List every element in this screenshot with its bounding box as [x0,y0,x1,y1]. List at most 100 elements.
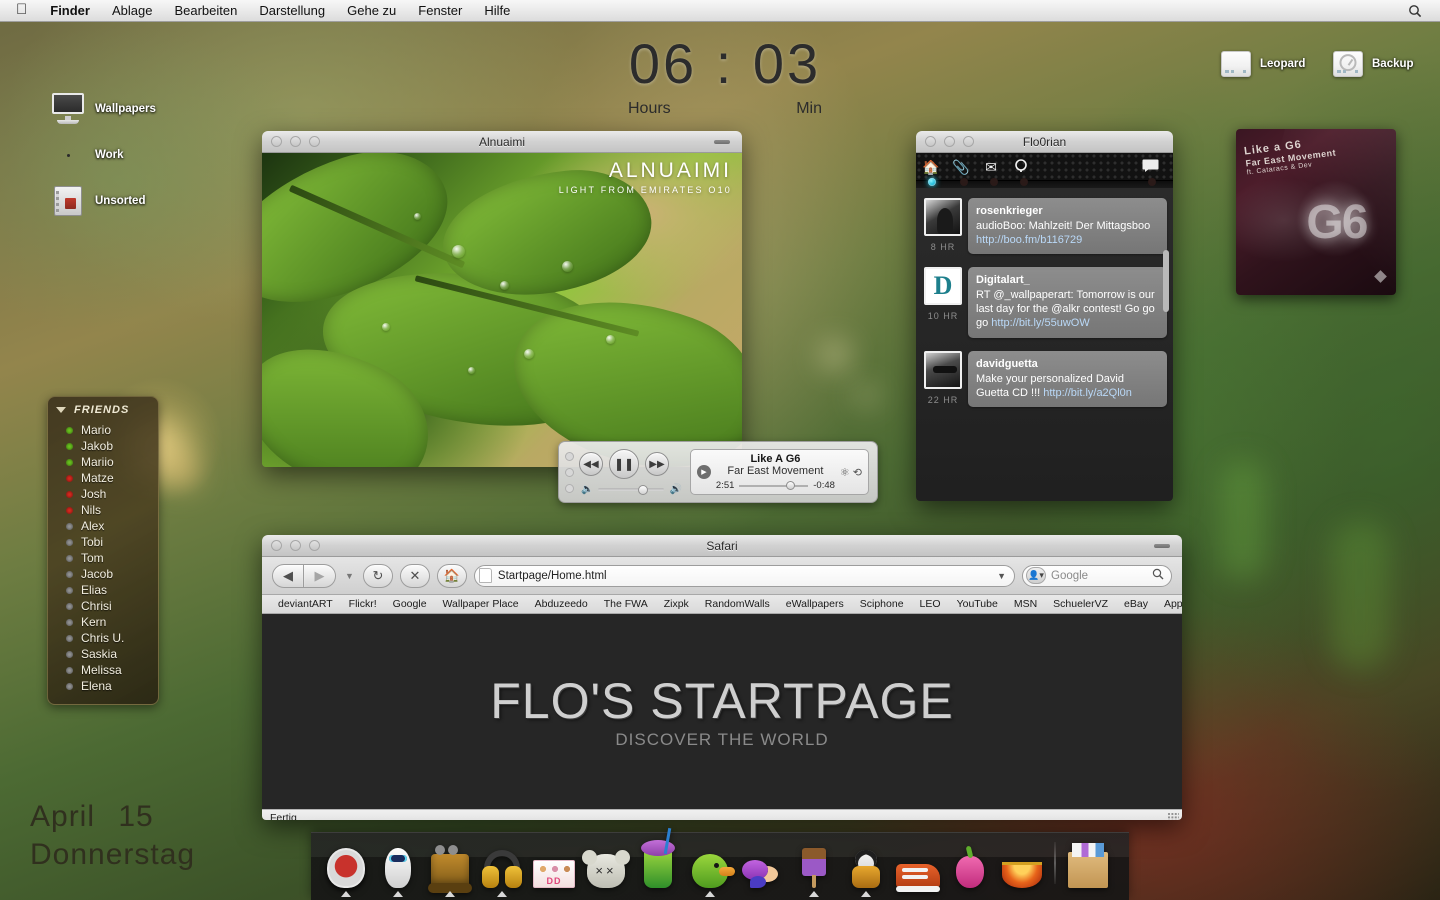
paperclip-icon[interactable]: 📎 [946,160,976,174]
address-bar-value[interactable]: Startpage/Home.html [498,570,991,582]
drive-icon-backup[interactable]: Backup [1333,51,1414,77]
friend-row[interactable]: Josh [48,486,158,502]
minimize-button[interactable] [290,136,301,147]
bookmark-item[interactable]: YouTube [949,598,1006,610]
avatar[interactable] [924,350,962,389]
volume-low-icon[interactable]: 🔈 [581,484,593,495]
triangle-down-icon[interactable] [56,407,66,413]
reload-icon[interactable]: ↻ [362,563,393,588]
dock-item-finder-chair[interactable] [321,836,371,897]
bookmark-item[interactable]: RandomWalls [697,598,778,610]
track-progress-knob[interactable] [786,480,796,490]
magnifier-icon[interactable] [1152,567,1164,585]
zoom-button[interactable] [963,136,974,147]
dock-item-headphones[interactable] [477,836,527,897]
bookmark-item[interactable]: eWallpapers [778,598,852,610]
title-bar[interactable]: Safari [262,535,1182,557]
tweet-bubble[interactable]: davidguetta Make your personalized David … [968,350,1167,407]
bookmark-item[interactable]: eBay [1116,598,1156,610]
zoom-button[interactable] [309,540,320,551]
rewind-icon[interactable]: ◀◀ [579,452,603,476]
friend-row[interactable]: Tom [48,550,158,566]
tweet-item[interactable]: 22 HR davidguetta Make your personalized D… [924,350,1167,407]
dock-item-slush-cup[interactable] [633,836,683,888]
title-bar[interactable]: Alnuaimi [262,131,742,153]
desktop-icon-work[interactable]: Work [50,139,124,171]
menu-item-ablage[interactable]: Ablage [101,3,163,18]
friend-row[interactable]: Alex [48,518,158,534]
friend-row[interactable]: Mariio [48,454,158,470]
close-button[interactable] [271,540,282,551]
friend-row[interactable]: Elias [48,582,158,598]
window-alnuaimi[interactable]: Alnuaimi ALNUAIMI LIGHT FROM EMIRATES O1… [262,131,742,467]
tweet-item[interactable]: D 10 HR Digitalart_ RT @_wallpaperart: Tomo… [924,267,1167,338]
bookmarks-bar[interactable]: deviantART Flickr! Google Wallpaper Place Ab… [262,595,1182,614]
search-input-placeholder[interactable]: Google [1051,570,1147,582]
dock-item-file-box[interactable] [1063,836,1113,888]
fast-forward-icon[interactable]: ▶▶ [645,452,669,476]
search-input[interactable]: 👤▾ Google [1022,564,1172,587]
menu-item-bearbeiten[interactable]: Bearbeiten [163,3,248,18]
player-dot-button[interactable] [565,451,574,461]
twitter-toolbar[interactable]: 🏠 📎 ✉ [916,153,1173,181]
toolbar-toggle-button[interactable] [1154,544,1170,548]
tweet-link[interactable]: http://bit.ly/a2Ql0n [1043,387,1132,399]
dock-item-kung-fu-panda[interactable] [841,836,891,897]
music-player-widget[interactable]: ◀◀ ❚❚ ▶▶ 🔈 🔊 ▶ Like A G6 Far East Moveme… [558,441,878,503]
tweet-item[interactable]: 8 HR rosenkrieger audioBoo: Mahlzeit! Der … [924,198,1167,255]
menu-item-hilfe[interactable]: Hilfe [473,3,521,18]
bookmark-item[interactable]: Sciphone [852,598,912,610]
friend-row[interactable]: Jakob [48,438,158,454]
desktop-icon-wallpapers[interactable]: Wallpapers [50,93,156,125]
bookmark-item[interactable]: Google [385,598,435,610]
window-safari[interactable]: Safari ◀ ▶ ▼ ↻ ✕ 🏠 Startpage/Home.html ▼… [262,535,1182,820]
dock-item-dunkin-donuts[interactable] [529,836,579,888]
menu-item-gehe-zu[interactable]: Gehe zu [336,3,407,18]
home-icon[interactable]: 🏠 [916,160,946,174]
close-button[interactable] [925,136,936,147]
drive-icon-leopard[interactable]: Leopard [1221,51,1305,77]
desktop-icon-unsorted[interactable]: Unsorted [50,185,145,217]
stop-icon[interactable]: ✕ [399,563,430,588]
player-dot-button[interactable] [565,483,574,493]
zoom-button[interactable] [309,136,320,147]
title-bar[interactable]: Flo0rian [916,131,1173,153]
navigation-buttons[interactable]: ◀ ▶ [272,563,336,588]
bookmark-item[interactable]: The FWA [596,598,656,610]
tweet-username[interactable]: davidguetta [976,357,1159,371]
pause-icon[interactable]: ❚❚ [609,449,639,479]
forward-arrow-icon[interactable]: ▶ [304,563,336,588]
minimize-button[interactable] [290,540,301,551]
tweet-bubble[interactable]: Digitalart_ RT @_wallpaperart: Tomorrow i… [968,267,1167,338]
player-dot-button[interactable] [565,467,574,477]
dock-item-wall-e-robot[interactable] [425,836,475,897]
dock-item-ice-cream-bar[interactable] [789,836,839,897]
window-twitter-client[interactable]: Flo0rian 🏠 📎 ✉ 8 HR rosenkrieger audioBoo:… [916,131,1173,501]
track-progress-slider[interactable] [739,480,809,490]
friend-row[interactable]: Saskia [48,646,158,662]
avatar[interactable] [924,198,962,236]
tweet-username[interactable]: Digitalart_ [976,273,1159,287]
window-controls[interactable] [262,136,320,147]
bookmark-item[interactable]: Zixpk [656,598,697,610]
dock-item-green-duck[interactable] [685,836,735,897]
menu-item-finder[interactable]: Finder [39,3,101,18]
minimize-button[interactable] [944,136,955,147]
dock-item-kaws-bear[interactable] [581,836,631,888]
menu-item-darstellung[interactable]: Darstellung [248,3,336,18]
avatar[interactable]: D [924,267,962,306]
scrollbar-thumb[interactable] [1163,250,1169,312]
toolbar-toggle-button[interactable] [714,140,730,144]
shuffle-icon[interactable]: ⚛ [840,466,850,479]
bookmark-item[interactable]: Abduzeedo [527,598,596,610]
chevron-down-icon[interactable]: ▼ [997,571,1006,581]
volume-slider-knob[interactable] [638,484,649,495]
envelope-icon[interactable]: ✉ [976,160,1006,174]
friend-row[interactable]: Jacob [48,566,158,582]
home-icon[interactable]: 🏠 [436,563,467,588]
search-engine-icon[interactable]: 👤▾ [1026,567,1046,584]
resize-grip[interactable] [1168,813,1179,820]
safari-toolbar[interactable]: ◀ ▶ ▼ ↻ ✕ 🏠 Startpage/Home.html ▼ 👤▾ Goo… [262,557,1182,595]
tweet-bubble[interactable]: rosenkrieger audioBoo: Mahlzeit! Der Mitt… [968,198,1167,255]
address-bar[interactable]: Startpage/Home.html ▼ [473,564,1015,587]
